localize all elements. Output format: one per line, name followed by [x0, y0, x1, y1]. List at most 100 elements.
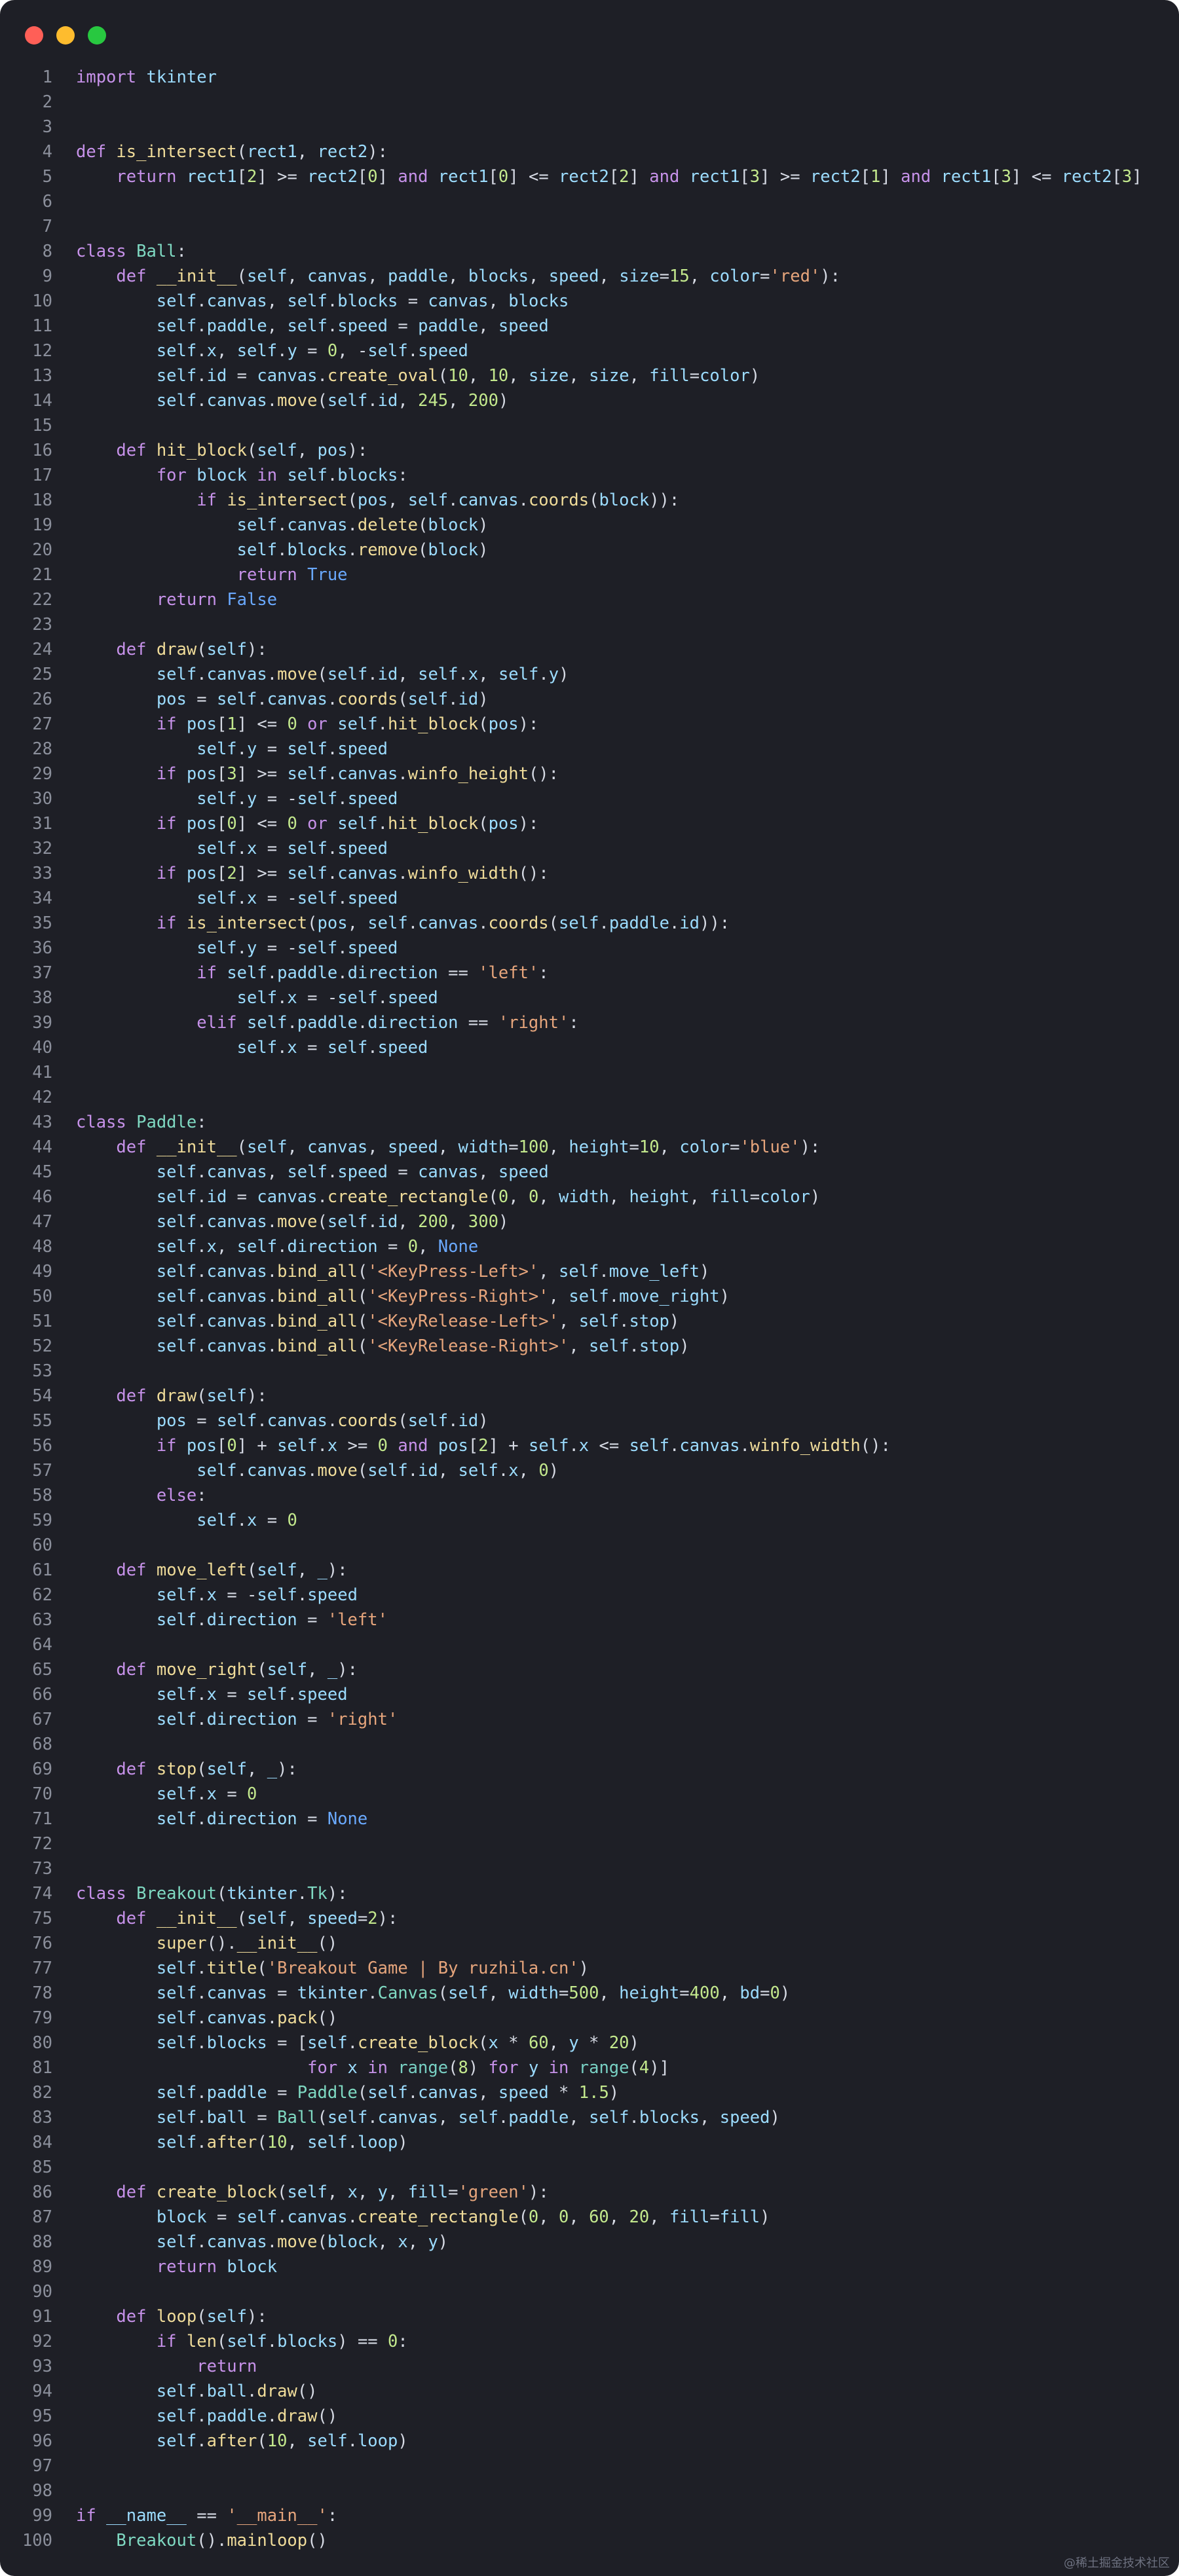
code-token: is_intersect: [227, 490, 348, 510]
code-token: def: [116, 1909, 147, 1928]
code-token: bind_all: [277, 1287, 358, 1306]
code-token: .: [196, 366, 207, 386]
code-token: delete: [357, 515, 419, 535]
code-token: .: [257, 1411, 267, 1431]
code-token: self: [307, 2033, 348, 2053]
code-token: self: [156, 1685, 197, 1704]
code-token: paddle: [608, 913, 669, 933]
code-token: =: [297, 1710, 328, 1729]
code-line: 40 self.x = self.speed: [0, 1035, 1179, 1060]
code-token: _: [267, 1759, 278, 1779]
code-token: 3: [1001, 167, 1012, 187]
code-token: (: [518, 2207, 529, 2227]
code-token: 10: [639, 1137, 660, 1157]
code-token: ,: [398, 1212, 419, 1232]
line-number: 27: [32, 714, 52, 734]
code-token: x: [347, 2182, 358, 2202]
code-token: speed: [337, 1162, 388, 1182]
code-token: [: [860, 167, 871, 187]
close-window-button[interactable]: [25, 26, 43, 45]
maximize-window-button[interactable]: [88, 26, 106, 45]
code-token: )): [700, 913, 720, 933]
code-token: self: [196, 889, 237, 908]
code-token: .: [599, 1262, 609, 1281]
code-token: x: [206, 1784, 217, 1804]
code-line: 83 self.ball = Ball(self.canvas, self.pa…: [0, 2105, 1179, 2130]
code-line: 100 Breakout().mainloop(): [0, 2528, 1179, 2553]
line-number: 35: [32, 913, 52, 933]
code-token: fill: [709, 1187, 750, 1207]
line-number: 34: [32, 889, 52, 908]
line-number: 74: [32, 1884, 52, 1904]
code-token: range: [578, 2058, 629, 2078]
line-number: 39: [32, 1013, 52, 1033]
code-token: ,: [478, 316, 498, 336]
code-token: and: [649, 167, 680, 187]
code-token: x: [468, 665, 479, 684]
code-token: self: [236, 515, 278, 535]
code-token: self: [287, 1162, 328, 1182]
code-token: x: [488, 2033, 498, 2053]
code-token: =: [709, 2207, 720, 2227]
code-token: self: [257, 441, 297, 460]
code-text: if self.paddle.direction == 'left':: [76, 961, 548, 985]
code-token: x: [247, 889, 257, 908]
window-titlebar: [0, 0, 1179, 65]
code-token: self: [629, 1436, 669, 1456]
code-token: )]: [649, 2058, 669, 2078]
code-token: x: [578, 1436, 590, 1456]
code-token: loop: [357, 2431, 398, 2451]
line-number: 84: [32, 2133, 52, 2152]
code-text: class Breakout(tkinter.Tk):: [76, 1881, 348, 1906]
code-token: canvas: [267, 1411, 328, 1431]
code-token: .: [196, 341, 207, 361]
code-line: 82 self.paddle = Paddle(self.canvas, spe…: [0, 2080, 1179, 2105]
code-line: 91 def loop(self):: [0, 2304, 1179, 2329]
code-token: blocks: [337, 466, 398, 485]
code-token: .: [367, 1038, 378, 1058]
code-token: __init__: [236, 1934, 318, 1953]
code-token: .: [458, 665, 468, 684]
code-token: elif: [196, 1013, 237, 1033]
code-token: ] <=: [508, 167, 559, 187]
code-token: .: [196, 1187, 207, 1207]
code-token: 2: [247, 167, 257, 187]
code-token: id: [458, 690, 479, 709]
code-token: block: [428, 515, 479, 535]
code-line: 92 if len(self.blocks) == 0:: [0, 2329, 1179, 2354]
code-token: self: [448, 1983, 489, 2003]
code-token: self: [327, 1212, 368, 1232]
code-token: 'right': [498, 1013, 569, 1033]
code-token: 10: [488, 366, 509, 386]
code-token: ():: [528, 764, 559, 784]
code-token: .: [277, 988, 288, 1008]
code-token: ,: [367, 267, 388, 286]
code-token: paddle: [206, 316, 267, 336]
code-token: ,: [216, 341, 237, 361]
code-token: self: [156, 1287, 197, 1306]
code-token: ):: [337, 1660, 358, 1680]
minimize-window-button[interactable]: [56, 26, 75, 45]
code-text: self.id = canvas.create_oval(10, 10, siz…: [76, 363, 760, 388]
code-token: ):: [800, 1137, 821, 1157]
code-token: self: [327, 2108, 368, 2127]
code-token: self: [156, 2406, 197, 2426]
code-token: [: [216, 814, 227, 834]
code-token: canvas: [418, 2083, 479, 2103]
code-token: _: [327, 1660, 338, 1680]
code-token: .: [277, 540, 288, 560]
code-token: return: [156, 590, 217, 610]
code-line: 39 elif self.paddle.direction == 'right'…: [0, 1010, 1179, 1035]
code-token: x: [247, 839, 257, 858]
